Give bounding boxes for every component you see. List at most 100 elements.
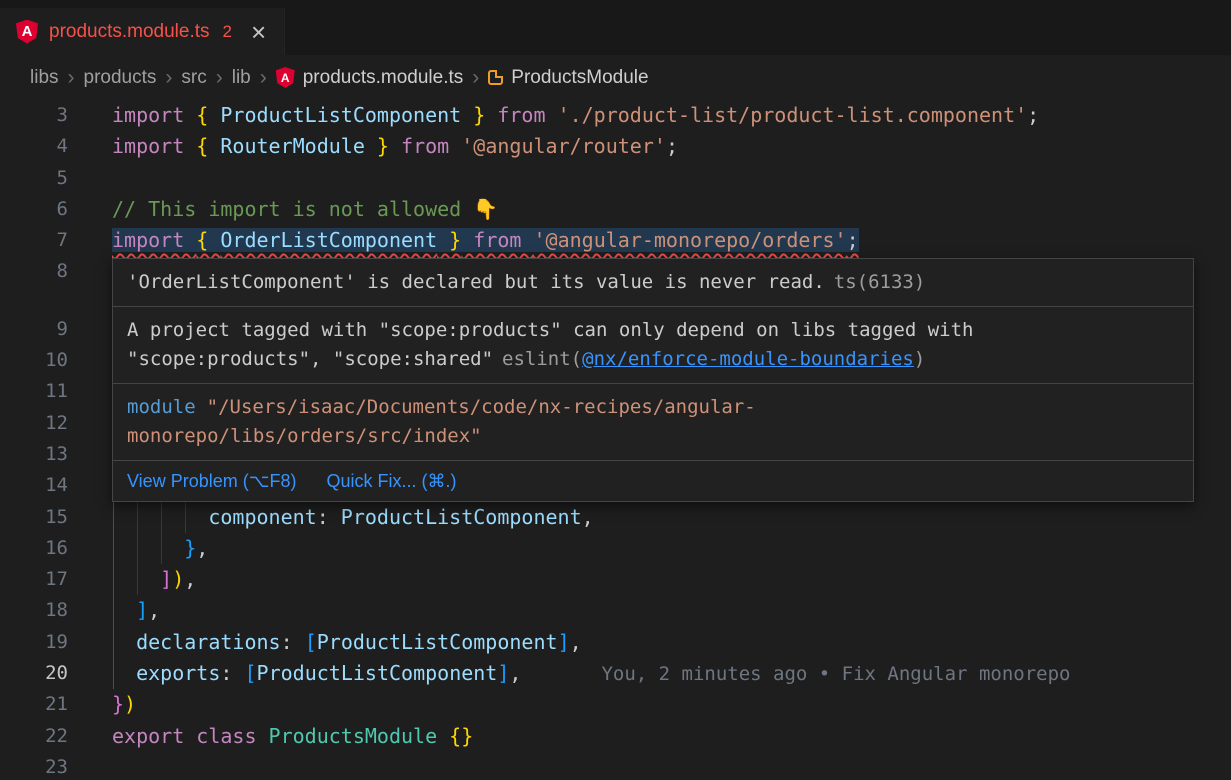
code-line[interactable]: ]), — [112, 564, 1231, 595]
line-number: 18 — [0, 595, 112, 626]
code-line[interactable]: import { ProductListComponent } from './… — [112, 100, 1231, 131]
view-problem-action[interactable]: View Problem (⌥F8) — [127, 469, 296, 493]
breadcrumb-item-src[interactable]: src — [181, 67, 206, 89]
angular-icon — [16, 20, 38, 44]
editor-line-4: 4import { RouterModule } from '@angular/… — [0, 131, 1231, 162]
code-line[interactable]: ], — [112, 595, 1231, 626]
breadcrumb-item-symbol[interactable]: ProductsModule — [511, 67, 648, 89]
editor-line-7: 7import { OrderListComponent } from '@an… — [0, 225, 1231, 256]
code-line[interactable]: }, — [112, 533, 1231, 564]
breadcrumb-item-libs[interactable]: libs — [30, 67, 59, 89]
line-number: 8 — [0, 256, 112, 287]
indent-guide — [113, 595, 114, 626]
eslint-rule-link[interactable]: @nx/enforce-module-boundaries — [582, 348, 914, 370]
symbol-class-icon — [488, 70, 503, 85]
code-line[interactable]: declarations: [ProductListComponent], — [112, 627, 1231, 658]
module-path-line1: "/Users/isaac/Documents/code/nx-recipes/… — [207, 396, 756, 418]
line-number: 17 — [0, 564, 112, 595]
line-number: 14 — [0, 470, 112, 501]
editor-line-3: 3import { ProductListComponent } from '.… — [0, 100, 1231, 131]
indent-guide — [137, 533, 138, 564]
line-number: 4 — [0, 131, 112, 162]
breadcrumb: libs › products › src › lib › products.module.ts… — [0, 55, 1231, 100]
ts-diagnostic-source: ts(6133) — [834, 271, 926, 293]
editor-line-6: 6// This import is not allowed 👇 — [0, 194, 1231, 225]
editor-line-21: 21}) — [0, 689, 1231, 720]
line-number: 9 — [0, 314, 112, 345]
tab-products-module[interactable]: products.module.ts 2 × — [0, 8, 285, 55]
indent-guide — [161, 502, 162, 533]
close-icon[interactable]: × — [251, 22, 266, 42]
line-number: 21 — [0, 689, 112, 720]
code-line[interactable]: import { OrderListComponent } from '@ang… — [112, 225, 1231, 256]
ts-diagnostic-message: 'OrderListComponent' is declared but its… — [127, 271, 825, 293]
editor-line-16: 16 }, — [0, 533, 1231, 564]
code-line[interactable]: export class ProductsModule {} — [112, 721, 1231, 752]
tab-label: products.module.ts — [49, 21, 210, 43]
line-number: 15 — [0, 502, 112, 533]
editor-line-5: 5 — [0, 163, 1231, 194]
tab-bar: products.module.ts 2 × — [0, 0, 1231, 55]
angular-icon — [276, 67, 295, 88]
indent-guide — [137, 502, 138, 533]
quick-fix-action[interactable]: Quick Fix... (⌘.) — [326, 469, 456, 493]
line-number: 6 — [0, 194, 112, 225]
line-number: 11 — [0, 376, 112, 407]
breadcrumb-item-products[interactable]: products — [84, 67, 157, 89]
indent-guide — [185, 502, 186, 533]
line-number: 3 — [0, 100, 112, 131]
line-number: 16 — [0, 533, 112, 564]
editor-line-17: 17 ]), — [0, 564, 1231, 595]
breadcrumb-item-lib[interactable]: lib — [232, 67, 251, 89]
line-number: 10 — [0, 345, 112, 376]
breadcrumb-separator-icon: › — [215, 67, 224, 88]
hover-eslint-diagnostic: A project tagged with "scope:products" c… — [113, 306, 1193, 383]
hover-ts-diagnostic: 'OrderListComponent' is declared but its… — [113, 259, 1193, 306]
eslint-message-line1: A project tagged with "scope:products" c… — [127, 319, 973, 341]
editor-line-20: 20 exports: [ProductListComponent],You, … — [0, 658, 1231, 689]
line-number: 12 — [0, 408, 112, 439]
eslint-source-close: ) — [914, 348, 925, 370]
error-squiggle-text: import { OrderListComponent } from '@ang… — [112, 228, 859, 252]
code-line[interactable] — [112, 163, 1231, 194]
line-number: 22 — [0, 721, 112, 752]
hover-module-info: module "/Users/isaac/Documents/code/nx-re… — [113, 383, 1193, 460]
line-number: 13 — [0, 439, 112, 470]
code-line[interactable]: }) — [112, 689, 1231, 720]
indent-guide — [113, 502, 114, 533]
line-number: 23 — [0, 752, 112, 780]
indent-guide — [113, 658, 114, 689]
editor-line-18: 18 ], — [0, 595, 1231, 626]
tab-error-count-badge: 2 — [223, 22, 232, 42]
breadcrumb-item-file[interactable]: products.module.ts — [303, 67, 464, 89]
code-line[interactable] — [112, 752, 1231, 780]
eslint-source-open: eslint( — [502, 348, 582, 370]
line-number: 20 — [0, 658, 112, 689]
code-line[interactable]: // This import is not allowed 👇 — [112, 194, 1231, 225]
indent-guide — [161, 533, 162, 564]
line-number: 7 — [0, 225, 112, 256]
indent-guide — [137, 564, 138, 595]
editor-line-15: 15 component: ProductListComponent, — [0, 502, 1231, 533]
breadcrumb-separator-icon: › — [259, 67, 268, 88]
indent-guide — [113, 564, 114, 595]
breadcrumb-separator-icon: › — [164, 67, 173, 88]
breadcrumb-separator-icon: › — [67, 67, 76, 88]
editor-line-19: 19 declarations: [ProductListComponent], — [0, 627, 1231, 658]
vscode-window: products.module.ts 2 × libs › products › src… — [0, 0, 1231, 780]
editor-line-22: 22export class ProductsModule {} — [0, 721, 1231, 752]
eslint-message-line2: "scope:products", "scope:shared" — [127, 348, 493, 370]
breadcrumb-separator-icon: › — [471, 67, 480, 88]
code-editor[interactable]: 3import { ProductListComponent } from '.… — [0, 100, 1231, 780]
hover-status-bar: View Problem (⌥F8) Quick Fix... (⌘.) — [113, 460, 1193, 501]
indent-guide — [113, 533, 114, 564]
git-blame-annotation: You, 2 minutes ago • Fix Angular monorep… — [601, 663, 1070, 685]
code-line[interactable]: import { RouterModule } from '@angular/r… — [112, 131, 1231, 162]
line-number: 5 — [0, 163, 112, 194]
module-keyword: module — [127, 396, 196, 418]
indent-guide — [113, 627, 114, 658]
code-line[interactable]: exports: [ProductListComponent],You, 2 m… — [112, 658, 1231, 689]
code-line[interactable]: component: ProductListComponent, — [112, 502, 1231, 533]
editor-line-23: 23 — [0, 752, 1231, 780]
line-number: 19 — [0, 627, 112, 658]
